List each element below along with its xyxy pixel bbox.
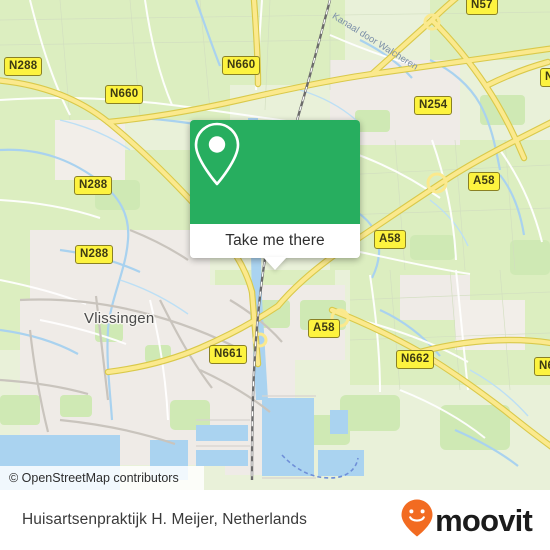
location-title: Huisartsenpraktijk H. Meijer, Netherland… xyxy=(22,511,307,528)
road-shield-n254: N254 xyxy=(414,96,453,115)
take-me-there-label: Take me there xyxy=(225,232,325,249)
road-shield-edge-right-bottom: N6 xyxy=(534,357,550,376)
map-canvas[interactable]: Kanaal door Walcheren Vlissingen N288 N6… xyxy=(0,0,550,490)
road-shield-n288-1: N288 xyxy=(4,57,43,76)
road-shield-a58-3: A58 xyxy=(308,319,340,338)
road-shield-n660-2: N660 xyxy=(222,56,261,75)
road-shield-a58-2: A58 xyxy=(374,230,406,249)
road-shield-n288-3: N288 xyxy=(75,245,114,264)
footer-bar: Huisartsenpraktijk H. Meijer, Netherland… xyxy=(0,490,550,550)
road-shield-n661: N661 xyxy=(209,345,248,364)
road-shield-n662: N662 xyxy=(396,350,435,369)
road-shield-n288-2: N288 xyxy=(74,176,113,195)
moovit-smiley-pin-icon xyxy=(400,498,434,543)
moovit-wordmark: moovit xyxy=(435,502,533,538)
attribution-text: © OpenStreetMap contributors xyxy=(9,471,179,485)
popup-header xyxy=(190,120,360,224)
popup-pointer-tail xyxy=(263,257,287,270)
take-me-there-button[interactable]: Take me there xyxy=(190,224,360,258)
road-shield-n57: N57 xyxy=(466,0,498,15)
location-popup-card[interactable]: Take me there xyxy=(190,120,360,270)
road-shield-a58-1: A58 xyxy=(468,172,500,191)
moovit-map-screenshot: Kanaal door Walcheren Vlissingen N288 N6… xyxy=(0,0,550,550)
road-shield-n660-1: N660 xyxy=(105,85,144,104)
moovit-logo[interactable]: moovit xyxy=(400,498,533,543)
place-label-vlissingen: Vlissingen xyxy=(84,310,155,327)
road-shield-edge-right-top: N xyxy=(540,68,550,87)
map-attribution[interactable]: © OpenStreetMap contributors xyxy=(0,466,204,490)
